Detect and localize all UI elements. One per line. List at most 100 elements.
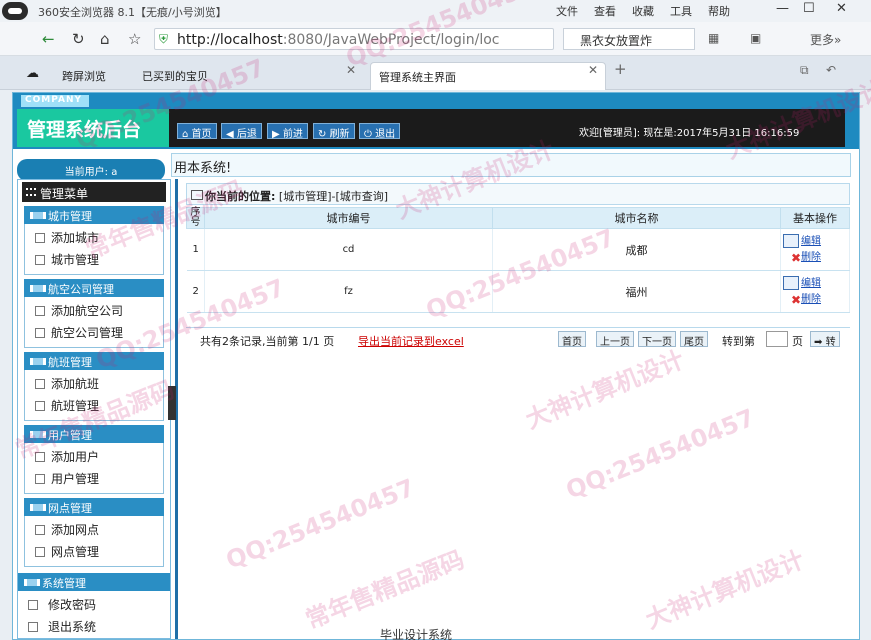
menu-file[interactable]: 文件 [556, 3, 578, 19]
sidebar-item-airline-manage[interactable]: 航空公司管理 [25, 321, 163, 343]
nav-back-button[interactable]: ◀ 后退 [221, 123, 262, 140]
last-page-button[interactable]: 尾页 [680, 331, 708, 348]
group-title[interactable]: 系统管理 [18, 573, 170, 591]
close-tab-icon[interactable]: ✕ [346, 63, 356, 77]
menu-favorites[interactable]: 收藏 [632, 3, 654, 19]
search-text: 黑衣女放置炸 [580, 34, 653, 48]
more-menu[interactable]: 更多» [810, 31, 841, 48]
tab-main[interactable]: 管理系统主界面 [370, 62, 606, 90]
first-page-button[interactable]: 首页 [558, 331, 586, 348]
page-unit-label: 页 [792, 335, 803, 348]
extension-icon[interactable]: ▣ [750, 31, 761, 45]
next-page-button[interactable]: 下一页 [638, 331, 676, 348]
back-icon[interactable]: ← [42, 30, 55, 48]
footer-text: 毕业设计系统 [380, 628, 453, 640]
group-city: 城市管理 添加城市 城市管理 [24, 206, 164, 275]
header-nav: ⌂ 首页 ◀ 后退 ▶ 前进 ↻ 刷新 ⏻ 退出 欢迎[管理员]: 现在是:20… [169, 109, 845, 147]
secure-shield-icon: ⛨ [159, 32, 169, 46]
current-user: 当前用户: a [17, 159, 165, 181]
window-title: 360安全浏览器 8.1【无痕/小号浏览】 [38, 6, 227, 19]
group-title[interactable]: 航空公司管理 [24, 279, 164, 297]
group-outlet: 网点管理 添加网点 网点管理 [24, 498, 164, 567]
pager: 共有2条记录,当前第 1/1 页 导出当前记录到excel 首页 上一页 下一页… [186, 327, 850, 349]
apps-icon[interactable]: ▦ [708, 31, 719, 45]
group-flight: 航班管理 添加航班 航班管理 [24, 352, 164, 421]
url-input[interactable]: ⛨ http://localhost:8080/JavaWebProject/l… [154, 28, 554, 50]
sidebar-item-add-outlet[interactable]: 添加网点 [25, 518, 163, 540]
url-text: http://localhost:8080/JavaWebProject/log… [177, 32, 500, 48]
goto-label: 转到第 [722, 335, 755, 348]
group-title[interactable]: 用户管理 [24, 425, 164, 443]
tab-list-icon[interactable]: ⧉ [800, 63, 809, 78]
app-header: COMPANY 管理系统后台 ⌂ 首页 ◀ 后退 ▶ 前进 ↻ 刷新 ⏻ 退出 … [13, 93, 859, 149]
row-index: 1 [186, 228, 205, 271]
tab-purchased[interactable]: 已买到的宝贝 [134, 62, 216, 90]
row-city-code: cd [204, 228, 493, 271]
table-row: 2 fz 福州 编辑 ✖ 删除 [186, 270, 850, 313]
sidebar-item-add-city[interactable]: 添加城市 [25, 226, 163, 248]
sidebar-item-outlet-manage[interactable]: 网点管理 [25, 540, 163, 562]
menu-tools[interactable]: 工具 [670, 3, 692, 19]
edit-icon [783, 275, 799, 290]
edit-link[interactable]: 编辑 [783, 233, 849, 250]
col-city-code: 城市编号 [204, 207, 493, 229]
address-bar: ← ↻ ⌂ ☆ ⛨ http://localhost:8080/JavaWebP… [0, 22, 871, 56]
page-number-input[interactable] [766, 331, 788, 347]
row-city-name: 福州 [492, 270, 781, 313]
tab-bar: ☁ 跨屏浏览 已买到的宝贝 ✕ 管理系统主界面 ✕ + ⧉ ↶ [0, 56, 871, 90]
sidebar-item-add-flight[interactable]: 添加航班 [25, 372, 163, 394]
row-city-code: fz [204, 270, 493, 313]
sidebar-item-city-manage[interactable]: 城市管理 [25, 248, 163, 270]
nav-refresh-button[interactable]: ↻ 刷新 [313, 123, 355, 140]
breadcrumb: 你当前的位置: [城市管理]-[城市查询] [186, 183, 850, 205]
close-icon[interactable]: ✕ [836, 1, 847, 16]
menu-help[interactable]: 帮助 [708, 3, 730, 19]
notice-bar: 用本系统! [171, 153, 851, 177]
group-title[interactable]: 网点管理 [24, 498, 164, 516]
new-tab-icon[interactable]: + [614, 60, 627, 78]
row-actions: 编辑 ✖ 删除 [780, 270, 850, 313]
cloud-icon[interactable]: ☁ [26, 66, 39, 81]
prev-page-button[interactable]: 上一页 [596, 331, 634, 348]
row-city-name: 成都 [492, 228, 781, 271]
nav-logout-button[interactable]: ⏻ 退出 [359, 123, 401, 140]
sidebar-item-exit-system[interactable]: 退出系统 [18, 615, 170, 637]
sidebar-item-user-manage[interactable]: 用户管理 [25, 467, 163, 489]
title-bar: 360安全浏览器 8.1【无痕/小号浏览】 文件 查看 收藏 工具 帮助 — ☐… [0, 0, 871, 22]
group-user: 用户管理 添加用户 用户管理 [24, 425, 164, 494]
nav-home-button[interactable]: ⌂ 首页 [177, 123, 217, 140]
table-header-row: 序号 城市编号 城市名称 基本操作 [186, 207, 850, 229]
go-button[interactable]: ➡ 转 [810, 331, 840, 348]
company-label: COMPANY [21, 95, 89, 107]
sidebar-item-flight-manage[interactable]: 航班管理 [25, 394, 163, 416]
close-active-tab-icon[interactable]: ✕ [588, 63, 598, 77]
sidebar-item-add-airline[interactable]: 添加航空公司 [25, 299, 163, 321]
star-icon[interactable]: ☆ [128, 30, 141, 48]
group-title[interactable]: 航班管理 [24, 352, 164, 370]
nav-forward-button[interactable]: ▶ 前进 [267, 123, 308, 140]
delete-link[interactable]: ✖ 删除 [783, 292, 849, 308]
sidebar-collapse-handle[interactable] [168, 386, 176, 420]
group-title[interactable]: 城市管理 [24, 206, 164, 224]
minimize-icon[interactable]: — [776, 1, 789, 16]
reload-icon[interactable]: ↻ [72, 30, 85, 48]
col-actions: 基本操作 [780, 207, 850, 229]
edit-link[interactable]: 编辑 [783, 275, 849, 292]
sidebar-item-change-password[interactable]: 修改密码 [18, 593, 170, 615]
home-icon[interactable]: ⌂ [100, 30, 110, 48]
welcome-text: 欢迎[管理员]: 现在是:2017年5月31日 16:16:59 [579, 128, 800, 139]
notice-text: 用本系统! [174, 161, 232, 176]
tab-cross-screen[interactable]: 跨屏浏览 [54, 62, 114, 90]
maximize-icon[interactable]: ☐ [803, 1, 815, 16]
col-city-name: 城市名称 [492, 207, 781, 229]
row-actions: 编辑 ✖ 删除 [780, 228, 850, 271]
restore-icon[interactable]: ↶ [826, 63, 836, 77]
sidebar-item-add-user[interactable]: 添加用户 [25, 445, 163, 467]
export-excel-link[interactable]: 导出当前记录到excel [358, 333, 464, 349]
table-row: 1 cd 成都 编辑 ✖ 删除 [186, 228, 850, 271]
delete-link[interactable]: ✖ 删除 [783, 250, 849, 266]
edit-icon [783, 233, 799, 248]
search-input[interactable]: 黑衣女放置炸 [563, 28, 695, 50]
menu-title: 管理菜单 [22, 182, 166, 202]
menu-view[interactable]: 查看 [594, 3, 616, 19]
